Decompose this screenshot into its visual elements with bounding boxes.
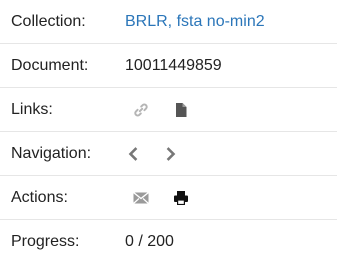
chevron-left-icon[interactable] <box>125 146 141 162</box>
collection-label: Collection: <box>11 12 86 30</box>
envelope-icon[interactable] <box>133 190 149 206</box>
document-label: Document: <box>11 56 89 74</box>
document-id: 10011449859 <box>125 56 222 74</box>
links-label: Links: <box>11 100 53 118</box>
links-icons <box>133 102 213 118</box>
navigation-label: Navigation: <box>11 144 92 162</box>
navigation-row: Navigation: <box>0 132 337 176</box>
links-row: Links: <box>0 88 337 132</box>
navigation-icons <box>125 146 201 162</box>
file-icon[interactable] <box>173 102 189 118</box>
actions-label: Actions: <box>11 188 68 206</box>
document-info-panel: Collection: BRLR, fsta no-min2 Document:… <box>0 0 337 264</box>
collection-link[interactable]: BRLR, fsta no-min2 <box>125 13 265 31</box>
actions-row: Actions: <box>0 176 337 220</box>
actions-icons <box>133 190 213 206</box>
chevron-right-icon[interactable] <box>163 146 179 162</box>
link-icon[interactable] <box>133 102 149 118</box>
print-icon[interactable] <box>173 190 189 206</box>
collection-row: Collection: BRLR, fsta no-min2 <box>0 0 337 44</box>
progress-label: Progress: <box>11 233 80 250</box>
progress-value: 0 / 200 <box>125 233 174 250</box>
document-row: Document: 10011449859 <box>0 44 337 88</box>
progress-row: Progress: 0 / 200 <box>0 220 337 264</box>
